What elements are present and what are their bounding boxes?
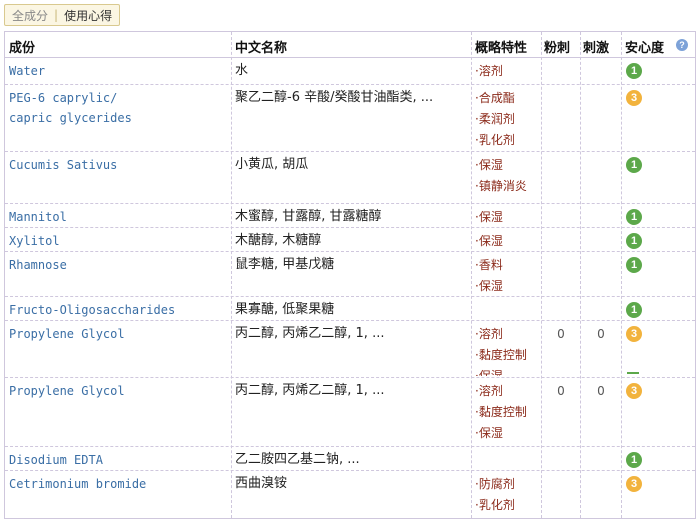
scroll-indicator (627, 372, 639, 374)
chinese-name: 鼠李糖, 甲基戊糖 (235, 257, 335, 272)
ingredient-name-link[interactable]: Mannitol (9, 208, 67, 226)
safety-badge: 3 (626, 476, 642, 492)
chinese-name: 木醣醇, 木糖醇 (235, 233, 322, 248)
property-tag: ·保湿 (475, 279, 503, 293)
safety-badge: 3 (626, 326, 642, 342)
property-tag: ·保湿 (475, 210, 503, 224)
property-tag: ·黏度控制 (475, 405, 527, 419)
ingredient-name-link[interactable]: Cucumis Sativus (9, 156, 117, 174)
property-tag: ·保湿 (475, 234, 503, 248)
safety-badge: 3 (626, 383, 642, 399)
property-list: ·合成酯 ·柔润剂 ·乳化剂 (475, 88, 539, 150)
safety-badge: 1 (626, 157, 642, 173)
row-divider (5, 470, 695, 471)
property-tag: ·合成酯 (475, 91, 515, 105)
safety-badge: 1 (626, 452, 642, 468)
chinese-name: 水 (235, 63, 249, 78)
property-tag: ·香料 (475, 258, 503, 272)
property-tag: ·防腐剂 (475, 477, 515, 491)
irritation-score: 0 (597, 327, 605, 341)
property-list: ·溶剂 (475, 61, 539, 83)
ingredient-name-link[interactable]: capric glycerides (9, 109, 132, 127)
header-properties: 概略特性 (475, 41, 528, 56)
header-irritation: 刺激 (583, 41, 610, 56)
header-chinese-name: 中文名称 (235, 41, 288, 56)
row-divider (5, 151, 695, 152)
property-tag: ·溶剂 (475, 327, 503, 341)
property-tag: ·柔润剂 (475, 112, 515, 126)
irritation-score: 0 (597, 384, 605, 398)
ingredient-name-link[interactable]: Fructo-Oligosaccharides (9, 301, 175, 319)
chinese-name: 西曲溴铵 (235, 476, 288, 491)
header-ingredient: 成份 (9, 41, 36, 56)
property-tag: ·保湿 (475, 369, 503, 376)
chinese-name: 木蜜醇, 甘露醇, 甘露糖醇 (235, 209, 382, 224)
chinese-name: 聚乙二醇-6 辛酸/癸酸甘油酯类, ... (235, 90, 434, 105)
ingredient-name-link[interactable]: Cetrimonium bromide (9, 475, 146, 493)
help-icon[interactable]: ? (676, 39, 688, 51)
chinese-name: 乙二胺四乙基二钠, ... (235, 452, 360, 467)
safety-badge: 1 (626, 257, 642, 273)
property-tag: ·保湿 (475, 426, 503, 440)
row-divider (5, 320, 695, 321)
property-list: ·溶剂 ·黏度控制 ·保湿 (475, 381, 539, 445)
property-list: ·溶剂 ·黏度控制 ·保湿 (475, 324, 539, 376)
acne-score: 0 (557, 384, 565, 398)
safety-badge: 3 (626, 90, 642, 106)
row-divider (5, 227, 695, 228)
chinese-name: 丙二醇, 丙烯乙二醇, 1, ... (235, 326, 385, 341)
acne-score: 0 (557, 327, 565, 341)
ingredient-name-link[interactable]: PEG-6 caprylic/ (9, 89, 117, 107)
ingredient-name-link[interactable]: Propylene Glycol (9, 382, 125, 400)
ingredient-name-link[interactable]: Propylene Glycol (9, 325, 125, 343)
ingredients-table: 成份 中文名称 概略特性 粉刺 刺激 安心度 ? Water 水 ·溶剂 1 PEG-6… (4, 31, 696, 519)
property-list: ·防腐剂 ·乳化剂 (475, 474, 539, 519)
property-tag: ·溶剂 (475, 64, 503, 78)
property-tag: ·保湿 (475, 158, 503, 172)
tab-bar: 全成分 | 使用心得 (4, 4, 121, 26)
tab-separator: | (54, 8, 59, 22)
row-divider (5, 377, 695, 378)
chinese-name: 果寡醣, 低聚果糖 (235, 302, 335, 317)
header-safety: 安心度 (625, 41, 665, 56)
tab-all-ingredients[interactable]: 全成分 (12, 7, 48, 24)
property-list: ·保湿 (475, 231, 539, 250)
ingredient-name-link[interactable]: Water (9, 62, 45, 80)
row-divider (5, 251, 695, 252)
property-tag: ·溶剂 (475, 384, 503, 398)
property-list: ·香料 ·保湿 (475, 255, 539, 295)
chinese-name: 丙二醇, 丙烯乙二醇, 1, ... (235, 383, 385, 398)
property-tag: ·黏度控制 (475, 348, 527, 362)
property-tag: ·乳化剂 (475, 133, 515, 147)
ingredient-name-link[interactable]: Disodium EDTA (9, 451, 103, 469)
safety-badge: 1 (626, 302, 642, 318)
safety-badge: 1 (626, 209, 642, 225)
row-divider (5, 203, 695, 204)
ingredient-name-link[interactable]: Xylitol (9, 232, 60, 250)
property-tag: ·镇静消炎 (475, 179, 527, 193)
property-list: ·保湿 (475, 207, 539, 226)
row-divider (5, 57, 695, 58)
safety-badge: 1 (626, 233, 642, 249)
chinese-name: 小黄瓜, 胡瓜 (235, 157, 309, 172)
property-list: ·保湿 ·镇静消炎 (475, 155, 539, 202)
header-acne: 粉刺 (544, 41, 571, 56)
row-divider (5, 84, 695, 85)
property-tag: ·乳化剂 (475, 498, 515, 512)
ingredient-name-link[interactable]: Rhamnose (9, 256, 67, 274)
tab-usage-notes[interactable]: 使用心得 (64, 7, 112, 24)
safety-badge: 1 (626, 63, 642, 79)
row-divider (5, 446, 695, 447)
row-divider (5, 296, 695, 297)
